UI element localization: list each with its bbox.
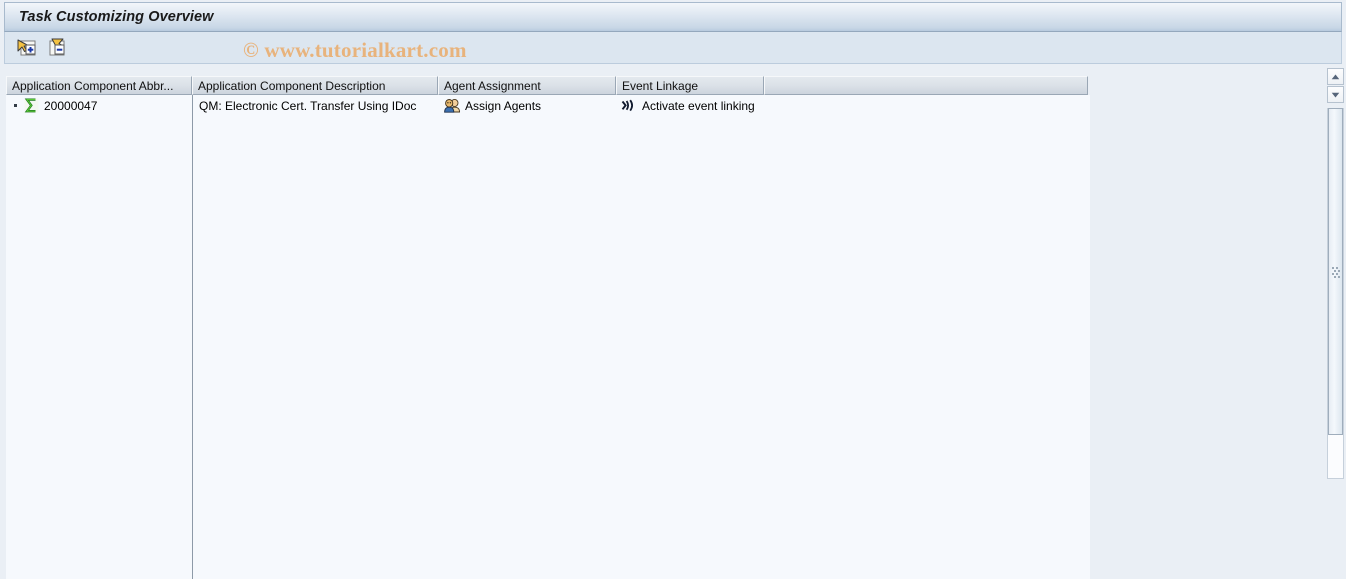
collapse-all-icon: [49, 38, 65, 55]
tree-node-bullet-icon[interactable]: [14, 104, 17, 107]
scroll-down-arrow-icon: [1331, 92, 1340, 97]
column-header-filler[interactable]: [764, 76, 1088, 95]
scroll-down-button[interactable]: [1327, 86, 1344, 103]
collapse-all-button[interactable]: [47, 37, 69, 59]
component-abbr-value: 20000047: [44, 98, 98, 113]
broadcast-signal-icon: [619, 98, 637, 113]
table-row[interactable]: 20000047 QM: Electronic Cert. Transfer U…: [6, 95, 1090, 116]
cell-event-linkage[interactable]: Activate event linking: [617, 95, 765, 116]
grid-body: 20000047 QM: Electronic Cert. Transfer U…: [6, 95, 1090, 579]
vertical-scrollbar[interactable]: [1327, 68, 1344, 479]
title-bar: Task Customizing Overview: [4, 2, 1342, 32]
component-description-value: QM: Electronic Cert. Transfer Using IDoc: [199, 98, 417, 113]
scroll-up-button[interactable]: [1327, 68, 1344, 85]
column-header-component-description[interactable]: Application Component Description: [192, 76, 438, 95]
sap-task-customizing-window: Task Customizing Overview © www.tutorial…: [0, 0, 1346, 579]
cell-component-description[interactable]: QM: Electronic Cert. Transfer Using IDoc: [193, 95, 439, 116]
scroll-up-arrow-icon: [1331, 74, 1340, 79]
cell-agent-assignment[interactable]: Assign Agents: [439, 95, 617, 116]
tree-grid: Application Component Abbr... Applicatio…: [6, 76, 1328, 579]
two-persons-icon: [444, 98, 461, 113]
tree-column-divider: [192, 95, 193, 579]
sigma-task-icon: [24, 98, 39, 113]
grid-header-row: Application Component Abbr... Applicatio…: [6, 76, 1088, 95]
column-header-event-linkage[interactable]: Event Linkage: [616, 76, 764, 95]
expand-all-button[interactable]: [16, 37, 38, 59]
agent-assignment-link[interactable]: Assign Agents: [465, 99, 541, 113]
scrollbar-thumb[interactable]: [1328, 108, 1343, 435]
expand-all-icon: [17, 39, 36, 55]
column-header-component-abbr[interactable]: Application Component Abbr...: [6, 76, 192, 95]
scroll-grip-icon: [1332, 267, 1340, 278]
toolbar: [4, 32, 1342, 64]
page-title: Task Customizing Overview: [19, 9, 214, 25]
event-linkage-link[interactable]: Activate event linking: [642, 99, 755, 113]
column-header-agent-assignment[interactable]: Agent Assignment: [438, 76, 616, 95]
scrollbar-track[interactable]: [1327, 108, 1344, 479]
cell-component-abbr[interactable]: 20000047: [6, 95, 193, 116]
